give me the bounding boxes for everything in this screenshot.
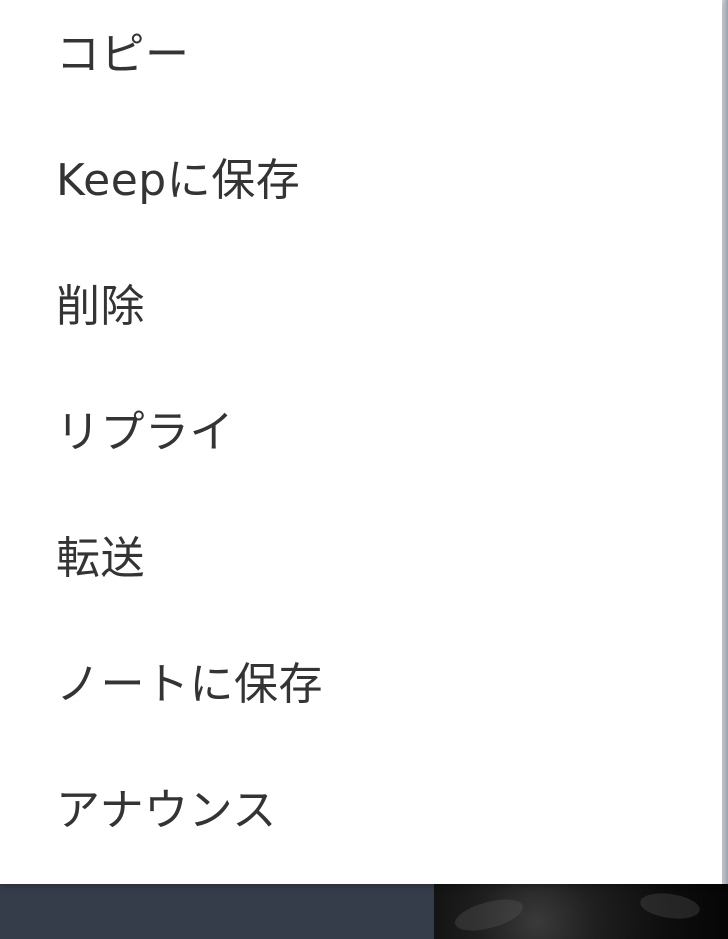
background-edge bbox=[722, 0, 728, 884]
menu-item-label: Keepに保存 bbox=[56, 155, 301, 206]
menu-item-reply[interactable]: リプライ bbox=[0, 370, 722, 496]
background-photo bbox=[434, 884, 728, 939]
chat-input-bar-background bbox=[0, 884, 434, 939]
menu-item-save-to-keep[interactable]: Keepに保存 bbox=[0, 118, 722, 244]
menu-item-label: 転送 bbox=[56, 533, 145, 584]
menu-item-delete[interactable]: 削除 bbox=[0, 244, 722, 370]
menu-item-save-to-note[interactable]: ノートに保存 bbox=[0, 622, 722, 748]
menu-item-label: 削除 bbox=[56, 281, 145, 332]
menu-item-label: アナウンス bbox=[56, 785, 277, 836]
menu-item-forward[interactable]: 転送 bbox=[0, 496, 722, 622]
menu-item-copy[interactable]: コピー bbox=[0, 0, 722, 118]
menu-item-label: ノートに保存 bbox=[56, 659, 323, 710]
screen: コピー Keepに保存 削除 リプライ 転送 ノートに保存 アナウンス bbox=[0, 0, 728, 939]
menu-item-label: リプライ bbox=[56, 407, 234, 458]
menu-item-announce[interactable]: アナウンス bbox=[0, 748, 722, 874]
message-context-menu: コピー Keepに保存 削除 リプライ 転送 ノートに保存 アナウンス bbox=[0, 0, 722, 884]
menu-item-label: コピー bbox=[56, 29, 190, 80]
